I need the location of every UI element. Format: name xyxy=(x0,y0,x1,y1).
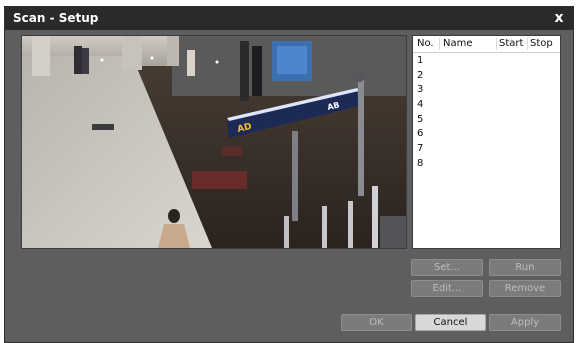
title-bar[interactable]: Scan - Setup x xyxy=(5,7,573,30)
set-button[interactable]: Set... xyxy=(411,259,483,276)
ok-button[interactable]: OK xyxy=(341,314,412,331)
column-divider xyxy=(496,38,497,50)
edit-button[interactable]: Edit... xyxy=(411,280,483,297)
list-item[interactable]: 4 xyxy=(413,98,560,113)
run-button[interactable]: Run xyxy=(489,259,561,276)
cancel-button[interactable]: Cancel xyxy=(415,314,486,331)
column-divider xyxy=(439,38,440,50)
list-item[interactable]: 5 xyxy=(413,113,560,128)
list-item[interactable]: 3 xyxy=(413,83,560,98)
camera-preview: AD AB xyxy=(21,35,407,249)
list-item[interactable]: 7 xyxy=(413,142,560,157)
list-header: No. Name Start Stop xyxy=(413,36,560,53)
column-start[interactable]: Start xyxy=(499,38,523,49)
list-item[interactable]: 2 xyxy=(413,69,560,84)
scan-list[interactable]: No. Name Start Stop 1 2 3 4 5 6 7 8 xyxy=(412,35,561,249)
scan-setup-dialog: Scan - Setup x AD AB No. Name Start Stop… xyxy=(4,6,574,343)
column-stop[interactable]: Stop xyxy=(530,38,553,49)
list-rows: 1 2 3 4 5 6 7 8 xyxy=(413,54,560,172)
column-divider xyxy=(527,38,528,50)
dialog-title: Scan - Setup xyxy=(13,11,99,25)
column-name[interactable]: Name xyxy=(443,38,473,49)
list-item[interactable]: 1 xyxy=(413,54,560,69)
list-item[interactable]: 8 xyxy=(413,157,560,172)
list-item[interactable]: 6 xyxy=(413,127,560,142)
apply-button[interactable]: Apply xyxy=(489,314,561,331)
close-icon[interactable]: x xyxy=(551,9,567,27)
column-no[interactable]: No. xyxy=(417,38,434,49)
remove-button[interactable]: Remove xyxy=(489,280,561,297)
